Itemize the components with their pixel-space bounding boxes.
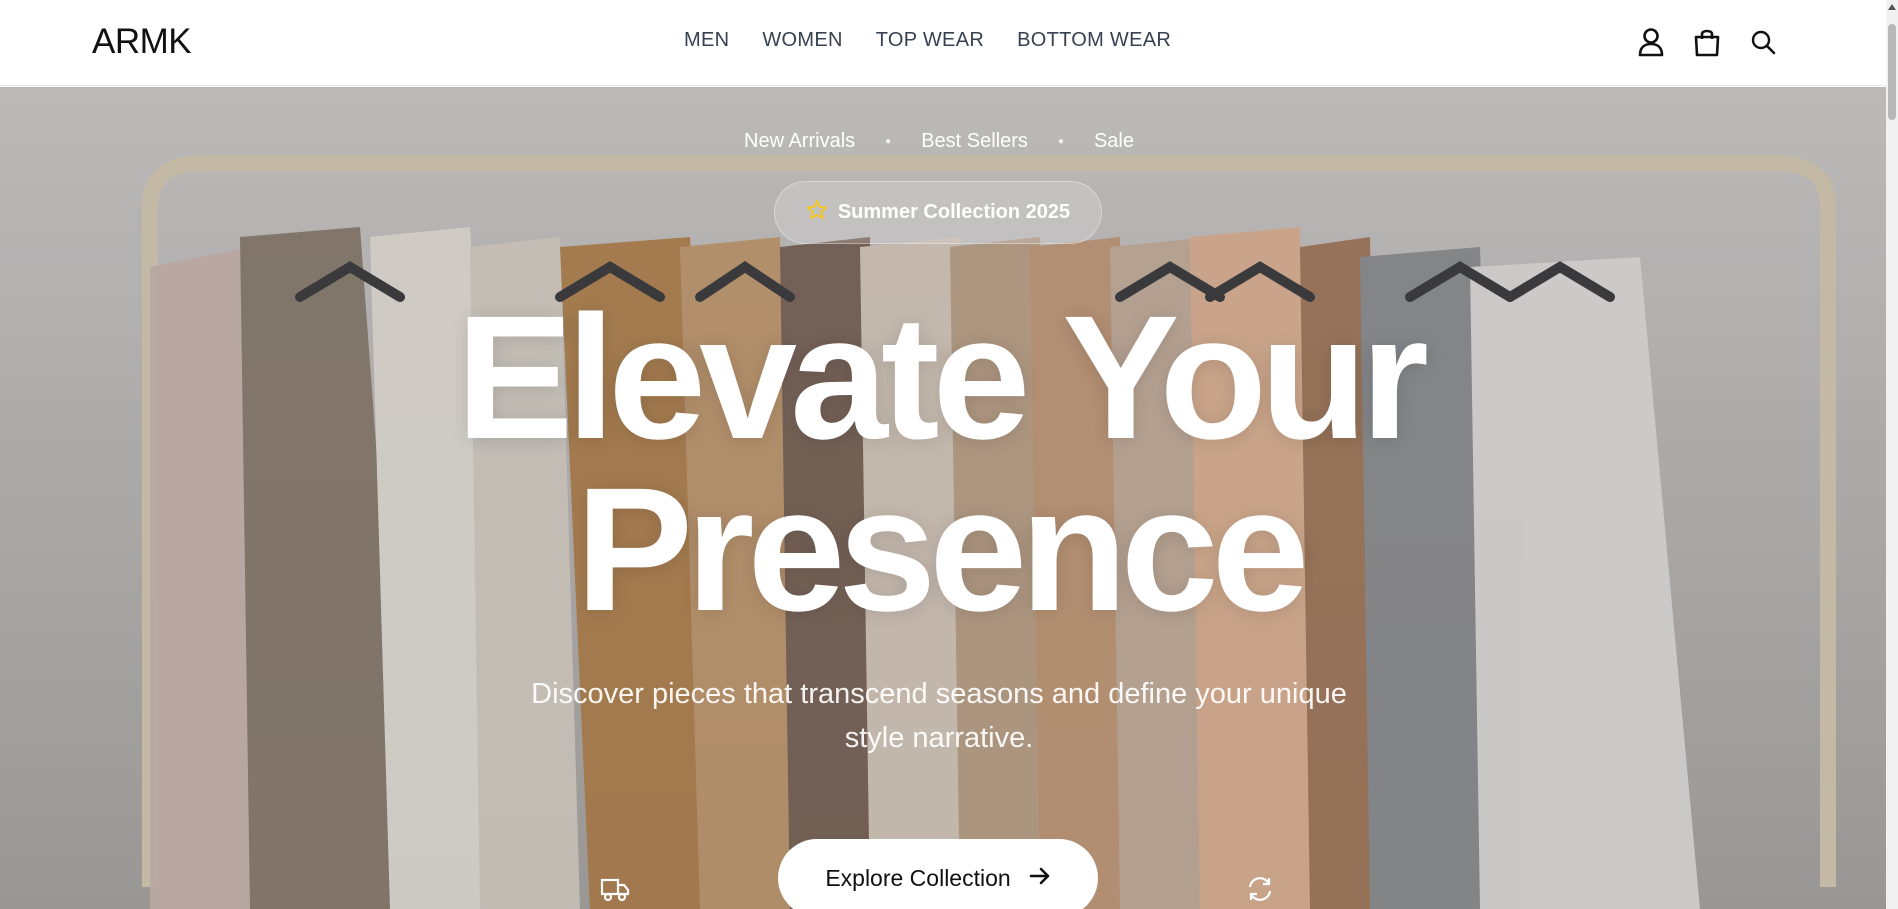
nav-item-top-wear[interactable]: TOP WEAR: [876, 29, 984, 52]
arrow-right-icon: [1029, 865, 1051, 892]
headline-line-2: Presence: [575, 452, 1310, 648]
collection-badge: Summer Collection 2025: [774, 181, 1102, 244]
quick-link-new-arrivals[interactable]: New Arrivals: [744, 130, 855, 152]
quick-link-best-sellers[interactable]: Best Sellers: [921, 130, 1028, 152]
separator-dot: ●: [1057, 136, 1064, 148]
search-icon[interactable]: [1748, 26, 1778, 58]
explore-collection-button[interactable]: Explore Collection: [778, 839, 1098, 909]
main-nav: MEN WOMEN TOP WEAR BOTTOM WEAR: [684, 29, 1171, 52]
quick-links: New Arrivals ● Best Sellers ● Sale: [0, 130, 1878, 153]
header-icons: [1636, 26, 1778, 58]
separator-dot: ●: [885, 136, 892, 148]
star-icon: [806, 199, 828, 227]
scroll-up-icon[interactable]: [1888, 4, 1896, 10]
cta-label: Explore Collection: [825, 864, 1011, 891]
shopping-bag-icon[interactable]: [1692, 26, 1722, 58]
scroll-thumb[interactable]: [1888, 24, 1896, 120]
hero-subtitle: Discover pieces that transcend seasons a…: [531, 678, 1347, 754]
quick-link-sale[interactable]: Sale: [1094, 130, 1134, 152]
page-scrollbar[interactable]: [1886, 0, 1898, 909]
site-header: ARMK MEN WOMEN TOP WEAR BOTTOM WEAR: [0, 0, 1886, 86]
hero-section: New Arrivals ● Best Sellers ● Sale Summer Co…: [0, 87, 1886, 909]
badge-label: Summer Collection 2025: [837, 201, 1071, 223]
refresh-icon: [1245, 875, 1275, 905]
user-icon[interactable]: [1636, 26, 1666, 58]
truck-icon: [600, 875, 630, 905]
nav-item-men[interactable]: MEN: [684, 29, 729, 52]
nav-item-women[interactable]: WOMEN: [762, 29, 842, 52]
hero-headline: Elevate Your Presence: [0, 280, 1878, 648]
headline-line-1: Elevate Your: [456, 280, 1429, 476]
nav-item-bottom-wear[interactable]: BOTTOM WEAR: [1017, 29, 1171, 52]
brand-logo[interactable]: ARMK: [92, 22, 192, 62]
